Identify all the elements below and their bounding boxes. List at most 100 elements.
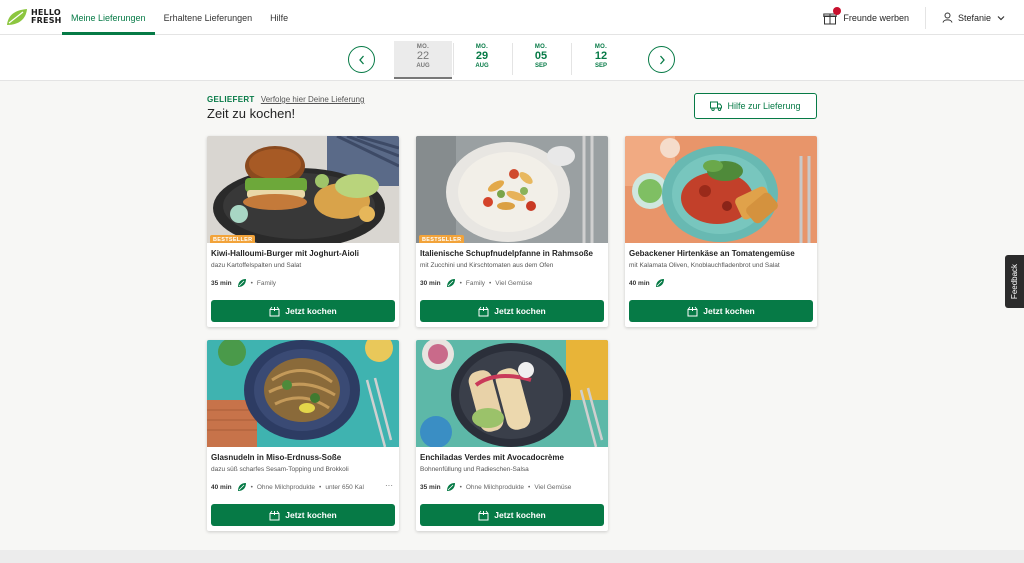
recipe-image-burger: BESTSELLER xyxy=(207,136,399,243)
box-icon xyxy=(687,306,698,316)
feedback-tab[interactable]: Feedback xyxy=(1005,255,1024,308)
nav-meine-lieferungen[interactable]: Meine Lieferungen xyxy=(62,0,155,35)
recipe-card[interactable]: Glasnudeln in Miso-Erdnuss-Soße dazu süß… xyxy=(207,340,399,531)
recipe-subtitle: dazu Kartoffelspalten und Salat xyxy=(211,262,302,269)
nav-hilfe[interactable]: Hilfe xyxy=(261,0,297,35)
recipe-card[interactable]: Gebackener Hirtenkäse an Tomatengemüse m… xyxy=(625,136,817,327)
delivery-help-label: Hilfe zur Lieferung xyxy=(727,101,801,111)
cooking-time: 30 min xyxy=(420,279,441,287)
next-week-button[interactable] xyxy=(648,46,675,73)
recipe-tag: Family xyxy=(465,279,486,287)
week-tab[interactable]: MO. 12 SEP xyxy=(572,41,630,77)
recipe-title: Enchiladas Verdes mit Avocadocrème xyxy=(420,453,564,462)
week-month: SEP xyxy=(534,63,547,69)
user-menu[interactable]: Stefanie xyxy=(926,12,1010,23)
cook-now-button[interactable]: Jetzt kochen xyxy=(211,300,395,322)
week-dow: MO. xyxy=(416,44,430,50)
feedback-label: Feedback xyxy=(1010,263,1020,300)
hellofresh-logo[interactable]: HELLO FRESH xyxy=(6,7,62,27)
recipe-tag: Family xyxy=(256,279,277,287)
leaf-icon xyxy=(446,279,455,287)
meta-separator: • xyxy=(459,483,462,491)
leaf-icon xyxy=(446,483,455,491)
week-day: 12 xyxy=(594,50,608,62)
recipe-image-glasnudeln xyxy=(207,340,399,447)
cook-now-label: Jetzt kochen xyxy=(285,306,337,316)
recipe-title: Glasnudeln in Miso-Erdnuss-Soße xyxy=(211,453,342,462)
leaf-logo-icon xyxy=(7,9,27,25)
week-month: SEP xyxy=(594,63,607,69)
week-tab[interactable]: MO. 05 SEP xyxy=(512,41,570,77)
track-delivery-link[interactable]: Verfolge hier Deine Lieferung xyxy=(261,95,365,104)
cooking-time: 35 min xyxy=(211,279,232,287)
recipe-image-hirtenkaese xyxy=(625,136,817,243)
refer-friends-label: Freunde werben xyxy=(843,12,909,23)
leaf-icon xyxy=(237,279,246,287)
cook-now-button[interactable]: Jetzt kochen xyxy=(420,504,604,526)
cook-now-button[interactable]: Jetzt kochen xyxy=(629,300,813,322)
recipe-tag: unter 650 Kal xyxy=(325,483,364,491)
cooking-time: 40 min xyxy=(629,279,650,287)
recipe-meta: 30 min • Family • Viel Gemüse xyxy=(420,278,604,288)
week-tab[interactable]: MO. 29 AUG xyxy=(453,41,511,77)
logo-wordmark: HELLO FRESH xyxy=(31,8,62,25)
recipe-tag: Ohne Milchprodukte xyxy=(465,483,525,491)
leaf-icon xyxy=(237,483,246,491)
recipe-subtitle: dazu süß scharfes Sesam-Topping und Brok… xyxy=(211,466,349,473)
recipe-tag: Ohne Milchprodukte xyxy=(256,483,316,491)
box-icon xyxy=(269,510,280,520)
page-title: Zeit zu kochen! xyxy=(207,106,296,121)
recipe-card[interactable]: Enchiladas Verdes mit Avocadocrème Bohne… xyxy=(416,340,608,531)
recipe-meta: 35 min • Family xyxy=(211,278,395,288)
recipe-card[interactable]: BESTSELLER Italienische Schupfnudelpfann… xyxy=(416,136,608,327)
delivery-status-line: GELIEFERT Verfolge hier Deine Lieferung xyxy=(207,95,364,104)
cook-now-button[interactable]: Jetzt kochen xyxy=(211,504,395,526)
delivery-status: GELIEFERT xyxy=(207,95,255,104)
week-day: 05 xyxy=(534,50,548,62)
box-icon xyxy=(478,510,489,520)
truck-icon xyxy=(710,101,723,111)
delivery-help-button[interactable]: Hilfe zur Lieferung xyxy=(694,93,817,119)
recipe-tag: Viel Gemüse xyxy=(534,483,572,491)
recipe-subtitle: mit Kalamata Oliven, Knoblauchfladenbrot… xyxy=(629,262,780,269)
recipe-image-enchiladas xyxy=(416,340,608,447)
week-dow: MO. xyxy=(534,44,548,50)
refer-friends-link[interactable]: Freunde werben xyxy=(823,6,926,29)
more-tags-button[interactable]: ··· xyxy=(382,481,393,490)
recipe-title: Italienische Schupfnudelpfanne in Rahmso… xyxy=(420,249,593,258)
week-selector: MO. 22 AUG MO. 29 AUG MO. 05 SEP MO. 12 … xyxy=(0,35,1024,81)
recipe-image-schupfnudel: BESTSELLER xyxy=(416,136,608,243)
nav-erhaltene-lieferungen[interactable]: Erhaltene Lieferungen xyxy=(155,0,262,35)
meta-separator: • xyxy=(489,279,492,287)
gift-icon xyxy=(823,6,842,25)
week-dow: MO. xyxy=(594,44,608,50)
meta-separator: • xyxy=(459,279,462,287)
meta-separator: • xyxy=(250,483,253,491)
box-icon xyxy=(478,306,489,316)
recipe-title: Kiwi-Halloumi-Burger mit Joghurt-Aioli xyxy=(211,249,359,258)
header-actions: Freunde werben Stefanie xyxy=(823,0,1010,35)
recipe-card[interactable]: BESTSELLER Kiwi-Halloumi-Burger mit Jogh… xyxy=(207,136,399,327)
top-navigation-bar: HELLO FRESH Meine Lieferungen Erhaltene … xyxy=(0,0,1024,35)
week-tab-selected[interactable]: MO. 22 AUG xyxy=(394,41,452,79)
chevron-left-icon xyxy=(358,55,364,64)
cook-now-button[interactable]: Jetzt kochen xyxy=(420,300,604,322)
cook-now-label: Jetzt kochen xyxy=(494,510,546,520)
recipe-meta: 40 min • Ohne Milchprodukte • unter 650 … xyxy=(211,482,395,492)
recipe-meta: 35 min • Ohne Milchprodukte • Viel Gemüs… xyxy=(420,482,604,492)
cooking-time: 35 min xyxy=(420,483,441,491)
box-icon xyxy=(269,306,280,316)
recipe-subtitle: Bohnenfüllung und Radieschen-Salsa xyxy=(420,466,529,473)
week-day: 29 xyxy=(475,50,489,62)
recipe-title: Gebackener Hirtenkäse an Tomatengemüse xyxy=(629,249,795,258)
recipe-tag: Viel Gemüse xyxy=(495,279,533,287)
meta-separator: • xyxy=(250,279,253,287)
week-month: AUG xyxy=(475,63,489,69)
previous-week-button[interactable] xyxy=(348,46,375,73)
cook-now-label: Jetzt kochen xyxy=(494,306,546,316)
chevron-right-icon xyxy=(659,55,665,64)
week-month: AUG xyxy=(416,63,430,69)
meta-separator: • xyxy=(528,483,531,491)
footer-strip xyxy=(0,550,1024,563)
meta-separator: • xyxy=(319,483,322,491)
